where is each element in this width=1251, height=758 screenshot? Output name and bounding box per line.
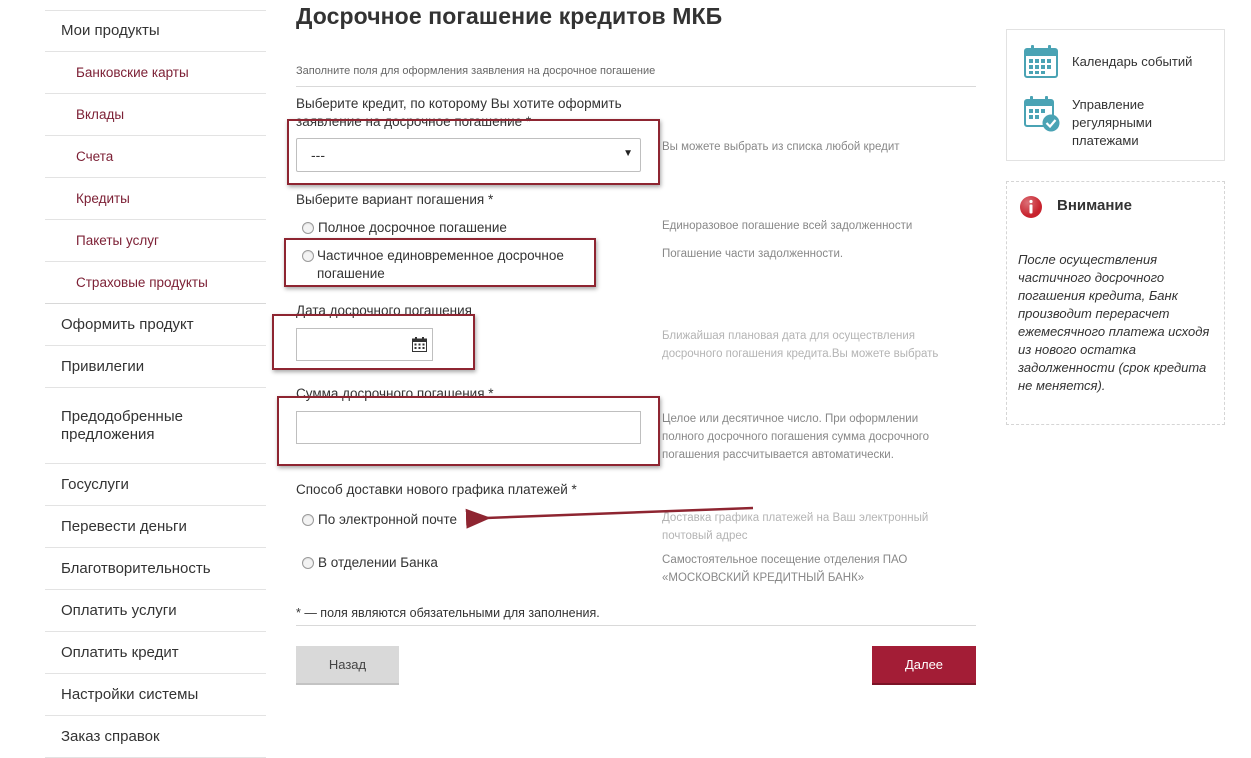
- radio-full-repayment-label: Полное досрочное погашение: [318, 220, 507, 235]
- sidebar-item-pay-credit[interactable]: Оплатить кредит: [45, 632, 266, 674]
- sidebar-item-transfer-money[interactable]: Перевести деньги: [45, 506, 266, 548]
- date-hint: Ближайшая плановая дата для осуществлени…: [662, 330, 939, 360]
- sidebar-item-pay-services[interactable]: Оплатить услуги: [45, 590, 266, 632]
- divider: [296, 625, 976, 626]
- delivery-email-hint: Доставка графика платежей на Ваш электро…: [662, 512, 929, 542]
- credit-select-hint: Вы можете выбрать из списка любой кредит: [662, 141, 900, 153]
- radio-delivery-email[interactable]: По электронной почте: [302, 511, 457, 529]
- radio-full-repayment[interactable]: Полное досрочное погашение: [302, 219, 507, 237]
- variant-label: Выберите вариант погашения *: [296, 192, 494, 207]
- calendar-check-icon: [1024, 96, 1060, 150]
- link-recurring-payments[interactable]: Управление регулярными платежами: [1024, 96, 1214, 150]
- next-button[interactable]: Далее: [872, 646, 976, 685]
- radio-delivery-branch-label: В отделении Банка: [318, 555, 438, 570]
- annotation-frame-amount: [277, 396, 660, 466]
- link-event-calendar[interactable]: Календарь событий: [1024, 45, 1192, 83]
- link-recurring-payments-label: Управление регулярными платежами: [1072, 97, 1152, 148]
- radio-button[interactable]: [302, 557, 314, 569]
- annotation-frame-date: [272, 314, 475, 370]
- calendar-icon: [1024, 45, 1058, 83]
- sidebar-item-accounts[interactable]: Счета: [45, 136, 266, 178]
- sidebar-item-charity[interactable]: Благотворительность: [45, 548, 266, 590]
- amount-hint: Целое или десятичное число. При оформлен…: [662, 413, 930, 461]
- sidebar-item-my-products[interactable]: Мои продукты: [45, 10, 266, 52]
- sidebar-item-insurance[interactable]: Страховые продукты: [45, 262, 266, 304]
- radio-button[interactable]: [302, 514, 314, 526]
- sidebar-item-privileges[interactable]: Привилегии: [45, 346, 266, 388]
- divider: [296, 86, 976, 87]
- annotation-frame-credit: [287, 119, 660, 185]
- sidebar-item-credits[interactable]: Кредиты: [45, 178, 266, 220]
- required-fields-note: * — поля являются обязательными для запо…: [296, 606, 600, 620]
- warning-title: Внимание: [1057, 197, 1132, 214]
- annotation-frame-partial: [284, 238, 596, 287]
- sidebar-item-system-settings[interactable]: Настройки системы: [45, 674, 266, 716]
- warning-text: После осуществления частичного досрочног…: [1018, 252, 1210, 393]
- sidebar-item-bank-cards[interactable]: Банковские карты: [45, 52, 266, 94]
- sidebar-item-order-product[interactable]: Оформить продукт: [45, 304, 266, 346]
- full-repayment-hint: Единоразовое погашение всей задолженност…: [662, 220, 913, 232]
- delivery-label: Способ доставки нового графика платежей …: [296, 482, 577, 497]
- back-button[interactable]: Назад: [296, 646, 399, 685]
- radio-delivery-branch[interactable]: В отделении Банка: [302, 554, 438, 572]
- sidebar-item-service-packages[interactable]: Пакеты услуг: [45, 220, 266, 262]
- form-subtitle: Заполните поля для оформления заявления …: [296, 65, 656, 77]
- delivery-branch-hint: Самостоятельное посещение отделения ПАО …: [662, 554, 908, 584]
- sidebar-nav: Мои продукты Банковские карты Вклады Сче…: [45, 10, 266, 758]
- sidebar-item-order-certificates[interactable]: Заказ справок: [45, 716, 266, 758]
- sidebar-item-preapproved-offers[interactable]: Предодобренные предложения: [45, 388, 266, 464]
- sidebar-item-deposits[interactable]: Вклады: [45, 94, 266, 136]
- warning-icon: [1019, 195, 1043, 224]
- page-title: Досрочное погашение кредитов МКБ: [296, 3, 723, 29]
- radio-button[interactable]: [302, 222, 314, 234]
- radio-delivery-email-label: По электронной почте: [318, 512, 458, 527]
- link-event-calendar-label: Календарь событий: [1072, 54, 1193, 69]
- sidebar-item-gosuslugi[interactable]: Госуслуги: [45, 464, 266, 506]
- partial-repayment-hint: Погашение части задолженности.: [662, 248, 844, 260]
